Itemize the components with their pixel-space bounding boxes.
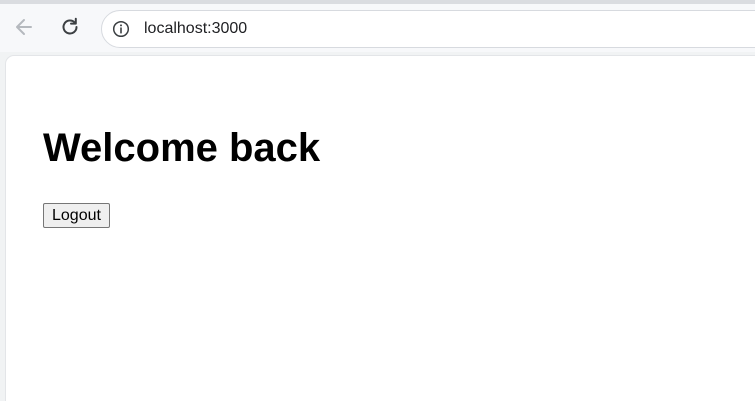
- page-title: Welcome back: [43, 126, 321, 170]
- address-url[interactable]: localhost:3000: [144, 20, 247, 38]
- logout-button[interactable]: Logout: [43, 203, 110, 228]
- reload-icon: [59, 16, 81, 43]
- address-bar[interactable]: localhost:3000: [101, 10, 755, 48]
- arrow-left-icon: [13, 16, 35, 43]
- browser-window: localhost:3000 Welcome back Logout: [0, 0, 755, 401]
- back-button[interactable]: [7, 12, 41, 46]
- reload-button[interactable]: [53, 12, 87, 46]
- info-icon[interactable]: [112, 20, 130, 38]
- page-viewport: Welcome back Logout: [5, 55, 755, 401]
- browser-toolbar: localhost:3000: [0, 4, 755, 52]
